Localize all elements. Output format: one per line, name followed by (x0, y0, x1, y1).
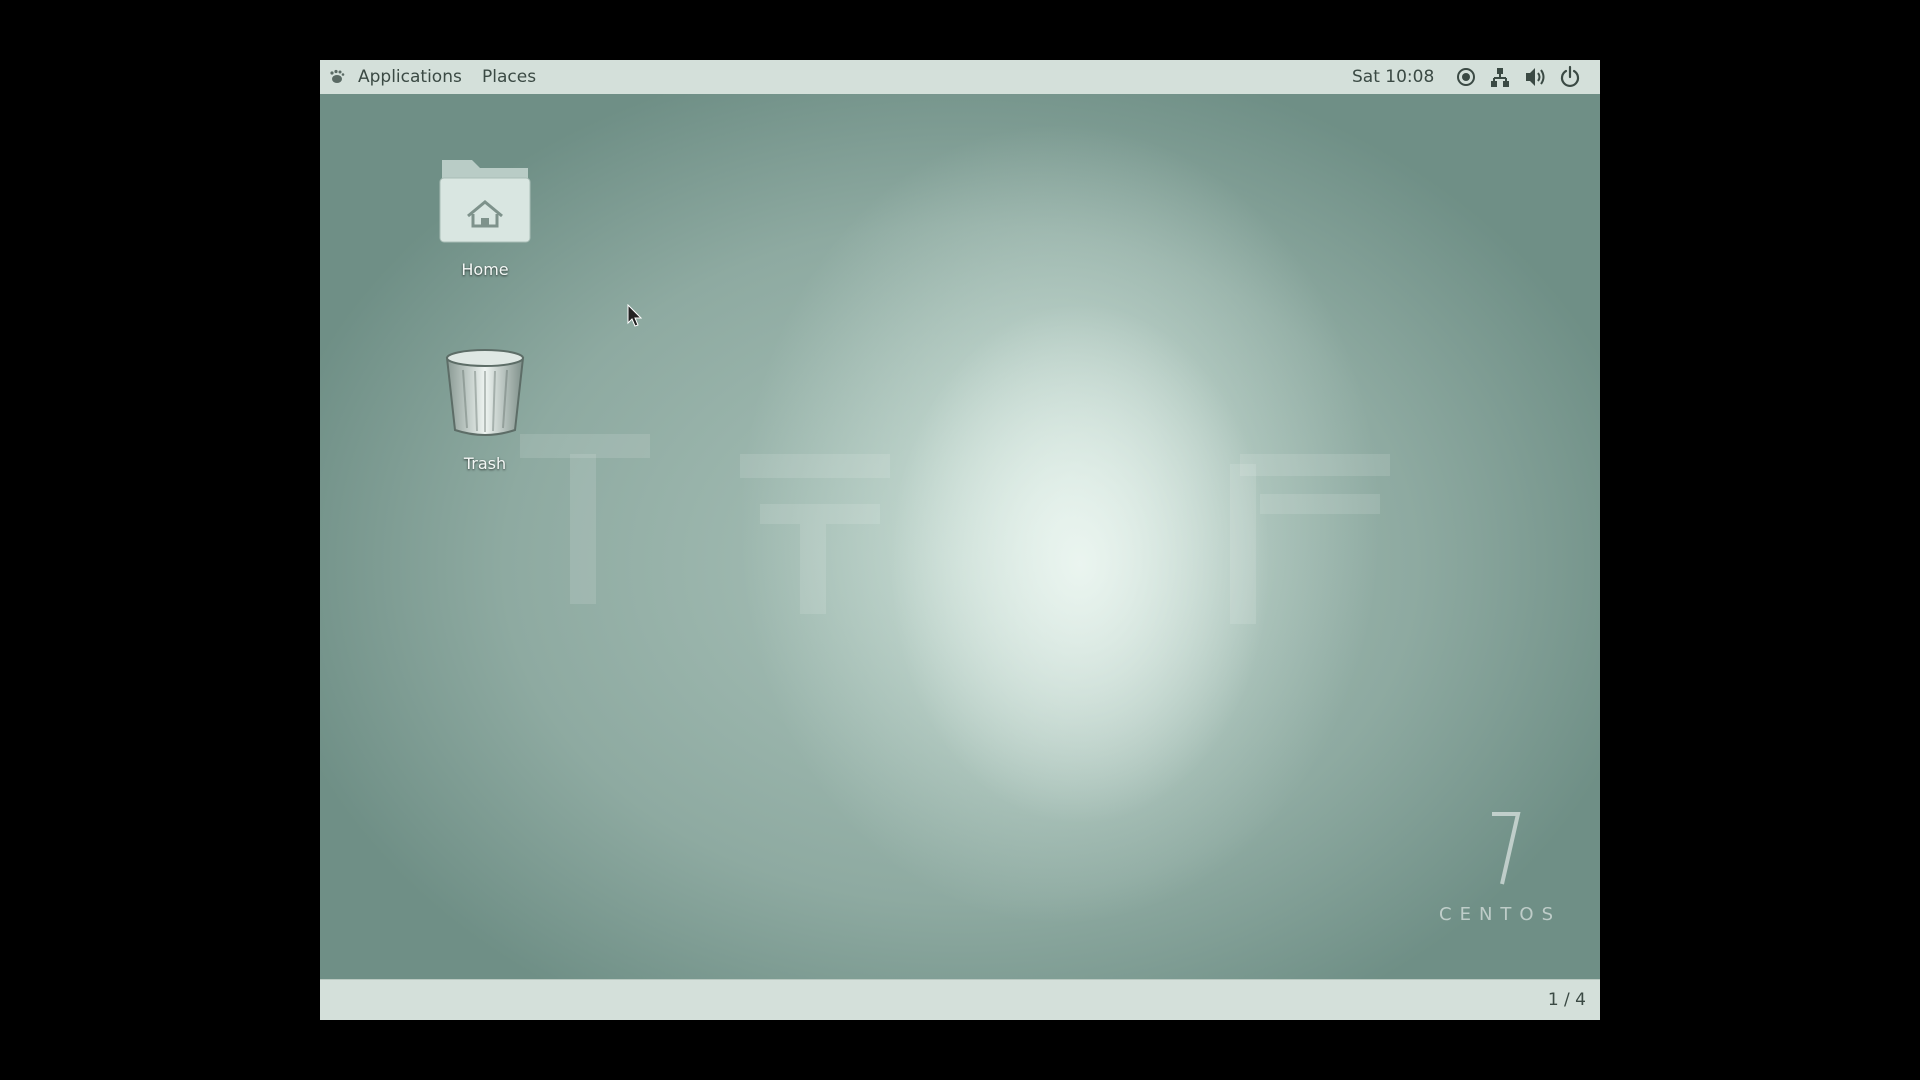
screen: Applications Places Sat 10:08 CENTOS Hom… (320, 60, 1600, 1020)
applications-menu[interactable]: Applications (358, 60, 462, 94)
home-label: Home (461, 260, 509, 279)
trash-label: Trash (463, 454, 507, 473)
home-folder-icon (439, 160, 531, 243)
mouse-cursor-icon (627, 304, 643, 327)
volume-icon[interactable] (1524, 60, 1546, 94)
bottom-panel: 1 / 4 (320, 979, 1600, 1020)
trash-icon (445, 349, 525, 436)
desktop-icon-home[interactable]: Home (420, 150, 550, 279)
clock[interactable]: Sat 10:08 (1352, 60, 1434, 94)
top-panel: Applications Places Sat 10:08 (320, 60, 1600, 95)
places-menu[interactable]: Places (482, 60, 536, 94)
desktop[interactable]: CENTOS Home Trash (320, 94, 1600, 979)
network-icon[interactable] (1489, 60, 1511, 94)
workspace-indicator[interactable]: 1 / 4 (1548, 980, 1586, 1020)
desktop-icon-trash[interactable]: Trash (420, 344, 550, 473)
accessibility-icon[interactable] (1455, 60, 1477, 94)
gnome-foot-icon[interactable] (328, 60, 348, 94)
power-icon[interactable] (1559, 60, 1581, 94)
wallpaper-brand-text: CENTOS (1439, 904, 1561, 925)
